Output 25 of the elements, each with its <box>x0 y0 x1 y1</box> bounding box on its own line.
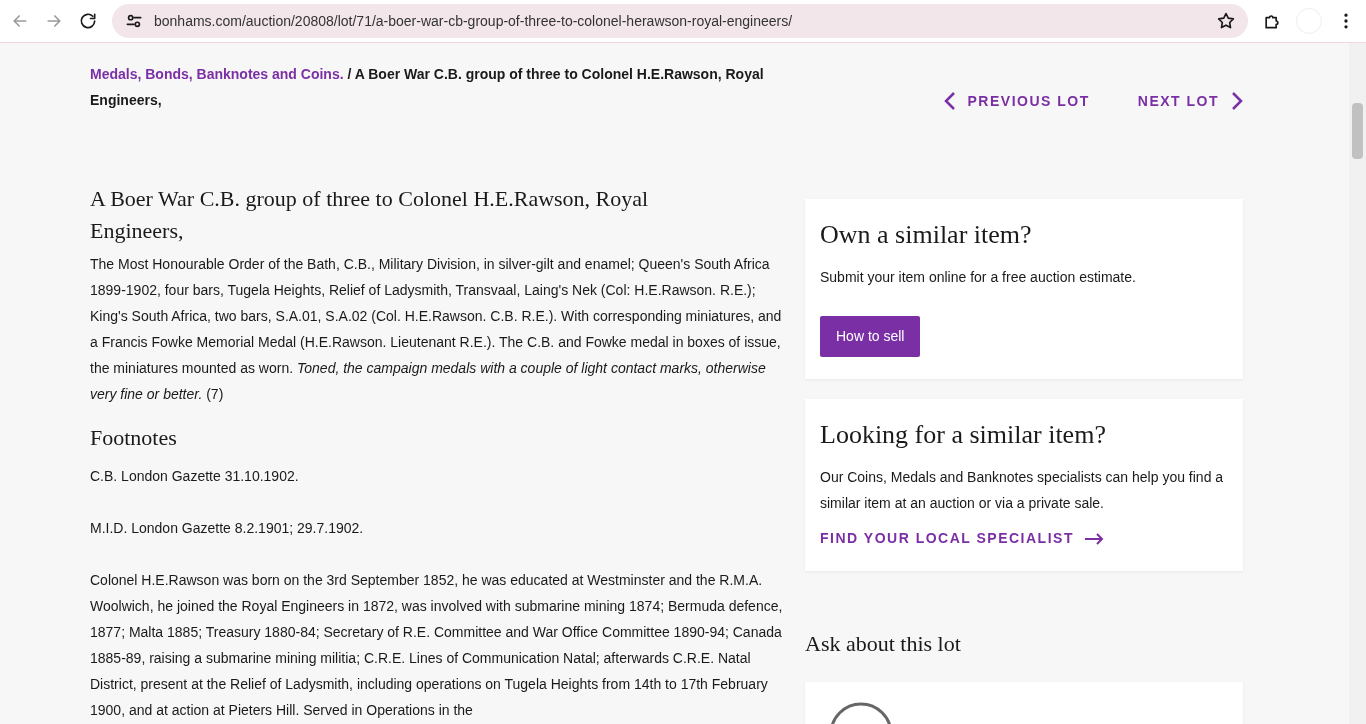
breadcrumb-link[interactable]: Medals, Bonds, Banknotes and Coins. <box>90 66 344 82</box>
card-title: Own a similar item? <box>820 219 1033 251</box>
lot-title: A Boer War C.B. group of three to Colonel H.E.Rawson, Royal Engineers, <box>90 185 650 245</box>
next-lot-link[interactable]: NEXT LOT <box>1137 89 1243 113</box>
url-text: bonhams.com/auction/20808/lot/71/a-boer-war-cb-group-of-three-to-colonel-herawson-royal-engineers/ <box>154 11 793 31</box>
reload-icon[interactable] <box>78 11 98 31</box>
footnote-paragraph: Colonel H.E.Rawson was born on the 3rd September 1852, he was educated at Westminster and the R.M.A. Woolwich, he joined the Royal Engineers in 1872, was involved with submarine mining 1874; Bermuda defence, 1877; Malta 1885; Treasury 1880-84; Secretary of R.E. Committee and War Office Committee 1890-94; Canada 1885-89, raising a submarine mining militia; C.R.E. Lines of Communication Natal; afterwards C.R.E. Natal District, present at the Relief of Ladysmith, including operations on Tugela Heights from 14th to 17th February 1900, and at action at Pieters Hill. Served in Operations in the <box>90 571 784 721</box>
previous-lot-link[interactable]: PREVIOUS LOT <box>943 89 1090 113</box>
footnotes-heading: Footnotes <box>90 425 178 452</box>
arrow-right-icon <box>1083 532 1104 545</box>
breadcrumb: Medals, Bonds, Banknotes and Coins. / A Boer War C.B. group of three to Colonel H.E.Rawson, Royal Engineers, <box>90 65 765 110</box>
card-text: Our Coins, Medals and Banknotes specialists can help you find a similar item at an auction or via a private sale. <box>820 468 1225 514</box>
footnote-paragraph: M.I.D. London Gazette 8.2.1901; 29.7.1902. <box>90 519 365 539</box>
footnote-paragraph: C.B. London Gazette 31.10.1902. <box>90 467 300 487</box>
card-title: Looking for a similar item? <box>820 419 1107 451</box>
how-to-sell-button[interactable]: How to sell <box>820 316 921 358</box>
address-bar[interactable]: bonhams.com/auction/20808/lot/71/a-boer-war-cb-group-of-three-to-colonel-herawson-royal-engineers/ <box>112 4 1248 38</box>
chevron-right-icon <box>1231 91 1243 111</box>
ask-heading: Ask about this lot <box>805 631 962 658</box>
lot-description: The Most Honourable Order of the Bath, C.B., Military Division, in silver-gilt and enamel; Queen's South Africa 1899-1902, four bars, Tugela Heights, Relief of Ladysmith, Transvaal, Laing's Nek (Col: H.E.Rawson. R.E.); King's South Africa, two bars, S.A.01, S.A.02 (Col. H.E.Rawson. C.B. R.E.). With corresponding miniatures, and a Francis Fowke Memorial Medal (H.E.Rawson. Lieutenant R.E.). The C.B. and Fowke medal in boxes of issue, the miniatures mounted as worn. Toned, the campaign medals with a couple of light contact marks, otherwise very fine or better. (7) <box>90 255 783 404</box>
chevron-left-icon <box>943 91 956 111</box>
specialist-link[interactable]: FIND YOUR LOCAL SPECIALIST <box>820 528 1104 550</box>
card-text: Submit your item online for a free auction estimate. <box>820 268 1137 288</box>
star-icon[interactable] <box>1216 11 1236 31</box>
scrollbar[interactable] <box>1349 43 1366 724</box>
